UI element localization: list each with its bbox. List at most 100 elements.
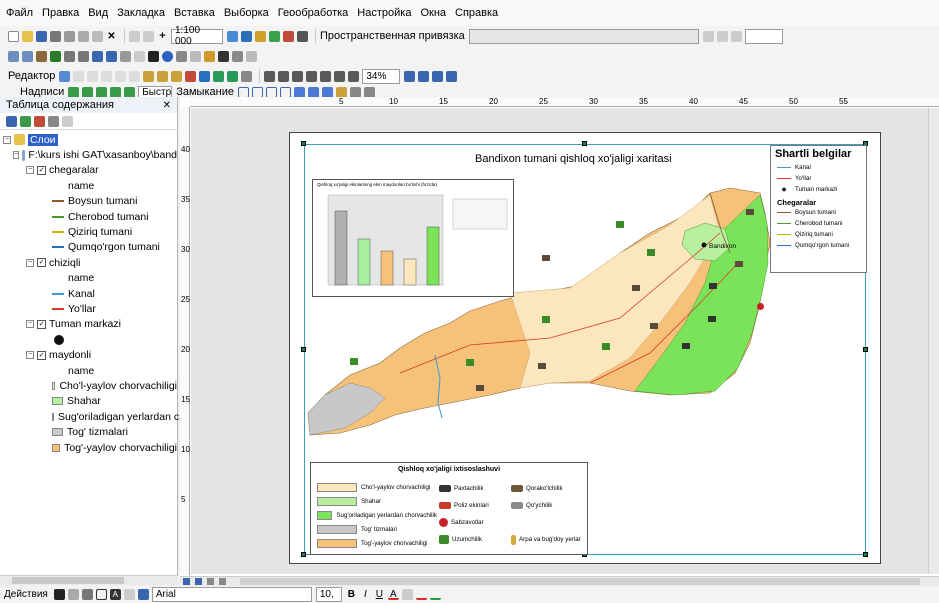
measure-icon[interactable]	[190, 50, 201, 62]
forward-icon[interactable]	[106, 50, 117, 62]
fixed-zoom-in-icon[interactable]	[64, 50, 75, 62]
georef-label[interactable]: Пространственная привязка	[320, 30, 465, 42]
go-to-xy-icon[interactable]	[232, 50, 243, 62]
toggle-draft-icon[interactable]	[404, 70, 416, 82]
collapse-icon[interactable]: −	[26, 320, 34, 329]
menu-geoprocessing[interactable]: Геообработка	[278, 7, 349, 19]
layout-zoom-out-icon[interactable]	[278, 70, 290, 82]
layer-chiziqli[interactable]: − ✓ chiziqli	[0, 255, 177, 270]
fill-color-icon[interactable]	[401, 589, 413, 600]
georef-shift-icon[interactable]	[307, 86, 319, 98]
trace-icon[interactable]	[115, 70, 127, 82]
back-icon[interactable]	[92, 50, 103, 62]
collapse-icon[interactable]: −	[26, 351, 34, 360]
layer-visibility-checkbox[interactable]: ✓	[37, 350, 46, 360]
end-snap-icon[interactable]	[251, 86, 263, 98]
toc-window-icon[interactable]	[241, 30, 252, 42]
zoom-whole-page-icon[interactable]	[306, 70, 318, 82]
attributes-icon[interactable]	[213, 70, 225, 82]
georef-add-points-icon[interactable]	[335, 86, 347, 98]
layer-tuman-markazi[interactable]: − ✓ Tuman markazi	[0, 317, 177, 332]
menu-customize[interactable]: Настройка	[357, 7, 411, 19]
layout-pan-icon[interactable]	[292, 70, 304, 82]
layout-view-icon[interactable]	[195, 578, 202, 585]
layout-zoom-in-icon[interactable]	[264, 70, 276, 82]
insert-picture-icon[interactable]	[137, 589, 149, 600]
list-by-selection-icon[interactable]	[48, 115, 59, 127]
font-select[interactable]: Arial	[151, 587, 312, 602]
line-color-icon[interactable]	[415, 589, 427, 600]
sketch-properties-icon[interactable]	[227, 70, 239, 82]
layer-visibility-checkbox[interactable]: ✓	[37, 258, 46, 268]
rotate-icon[interactable]	[199, 70, 211, 82]
layout-view[interactable]: 5 10 15 20 25 30 35 40 45 50 55 40 35 30…	[180, 97, 939, 585]
list-by-visibility-icon[interactable]	[34, 115, 45, 127]
georef-rotate-icon[interactable]	[293, 86, 305, 98]
pan-icon[interactable]	[36, 50, 47, 62]
change-layout-icon[interactable]	[432, 70, 444, 82]
point-snap-icon[interactable]	[237, 86, 249, 98]
bold-icon[interactable]: B	[346, 589, 357, 600]
pause-labeling-icon[interactable]	[124, 86, 136, 98]
select-elements-icon[interactable]	[148, 50, 159, 62]
menu-selection[interactable]: Выборка	[224, 7, 269, 19]
zoom-percent-input[interactable]: 34%	[362, 68, 401, 84]
vertex-snap-icon[interactable]	[265, 86, 277, 98]
zoom-out-icon[interactable]	[22, 50, 33, 62]
fixed-zoom-out-icon[interactable]	[78, 50, 89, 62]
cut-icon[interactable]	[64, 30, 75, 42]
catalog-icon[interactable]	[255, 30, 266, 42]
layout-page[interactable]: Bandixon tumani qishloq xo'jaligi xarita…	[289, 132, 881, 564]
cut-polygon-icon[interactable]	[171, 70, 183, 82]
inset-chart-frame[interactable]: Qishloq xo'jaligi ekinlarining ekin mayd…	[312, 179, 514, 297]
toc-options-icon[interactable]	[62, 115, 73, 127]
delete-icon[interactable]: ✕	[106, 31, 117, 42]
data-driven-pages-icon[interactable]	[446, 70, 458, 82]
scrollbar-thumb[interactable]	[12, 577, 124, 584]
zoom-100-icon[interactable]	[320, 70, 332, 82]
select-features-icon[interactable]	[120, 50, 131, 62]
menu-view[interactable]: Вид	[88, 7, 108, 19]
save-icon[interactable]	[36, 30, 47, 42]
refresh-view-icon[interactable]	[207, 578, 214, 585]
copy-icon[interactable]	[78, 30, 89, 42]
menu-bookmarks[interactable]: Закладка	[117, 7, 165, 19]
label-manager-icon[interactable]	[68, 86, 80, 98]
layer-chegaralar[interactable]: − ✓ chegaralar	[0, 163, 177, 178]
time-slider-icon[interactable]	[246, 50, 257, 62]
collapse-icon[interactable]: −	[26, 166, 34, 175]
data-view-icon[interactable]	[183, 578, 190, 585]
font-color-icon[interactable]: A	[387, 589, 399, 600]
horizontal-scrollbar[interactable]	[240, 578, 920, 585]
previous-extent-icon[interactable]	[348, 70, 360, 82]
split-tool-icon[interactable]	[129, 70, 141, 82]
underline-icon[interactable]: U	[374, 589, 385, 600]
georef-link-icon[interactable]	[716, 30, 728, 42]
straight-segment-icon[interactable]	[87, 70, 99, 82]
toc-close-icon[interactable]: ✕	[163, 100, 171, 111]
scale-input[interactable]: 1:100 000	[171, 25, 223, 47]
redo-icon[interactable]	[143, 30, 154, 42]
menu-windows[interactable]: Окна	[420, 7, 446, 19]
edge-snap-icon[interactable]	[279, 86, 291, 98]
list-by-drawing-order-icon[interactable]	[6, 115, 17, 127]
text-icon[interactable]: A	[109, 589, 121, 600]
print-icon[interactable]	[50, 30, 61, 42]
georef-table-icon[interactable]	[730, 30, 742, 42]
html-popup-icon[interactable]	[176, 50, 187, 62]
create-features-icon[interactable]	[241, 70, 253, 82]
focus-data-frame-icon[interactable]	[418, 70, 430, 82]
georef-tool-icon[interactable]	[702, 30, 714, 42]
collapse-icon[interactable]: −	[13, 151, 20, 160]
georef-scale-icon[interactable]	[321, 86, 333, 98]
vertical-scrollbar[interactable]	[928, 108, 939, 574]
rotate-element-icon[interactable]	[67, 589, 79, 600]
menu-insert[interactable]: Вставка	[174, 7, 215, 19]
font-size-select[interactable]: 10,	[315, 587, 342, 602]
identify-icon[interactable]	[162, 50, 173, 62]
collapse-icon[interactable]: −	[26, 258, 34, 267]
drawing-menu[interactable]: Действия	[4, 589, 48, 600]
rectangle-icon[interactable]	[95, 589, 107, 600]
georef-extra-input[interactable]	[744, 28, 783, 44]
layout-canvas[interactable]: Bandixon tumani qishloq xo'jaligi xarita…	[191, 108, 939, 574]
